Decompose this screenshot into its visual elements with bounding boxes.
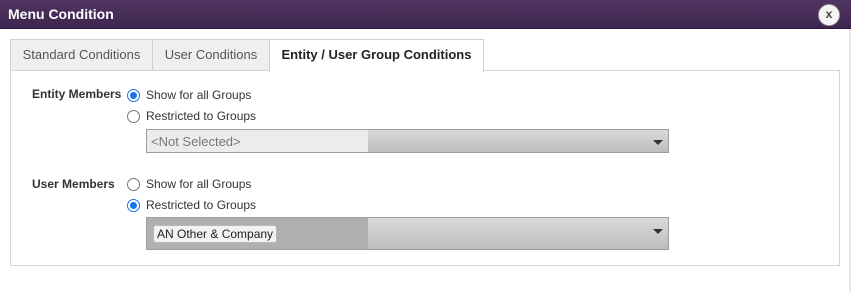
entity-show-all-option[interactable]: Show for all Groups [127,87,251,103]
entity-show-all-label: Show for all Groups [146,88,252,102]
tab-user-conditions[interactable]: User Conditions [152,39,270,71]
user-restricted-radio[interactable] [127,198,140,212]
user-show-all-radio[interactable] [127,177,140,191]
chevron-down-icon [653,140,663,145]
entity-show-all-radio[interactable] [127,88,140,102]
selected-group-tag[interactable]: AN Other & Company [153,225,278,243]
chevron-down-icon [653,229,663,234]
entity-restricted-label: Restricted to Groups [146,109,257,123]
user-restricted-option[interactable]: Restricted to Groups [127,197,256,213]
close-icon: x [825,7,833,21]
tab-standard-conditions[interactable]: Standard Conditions [10,39,153,71]
entity-restricted-option[interactable]: Restricted to Groups [127,108,256,124]
dialog-titlebar: Menu Condition x [0,0,851,29]
entity-groups-select-value: <Not Selected> [151,134,241,149]
tab-entity-user-group-conditions[interactable]: Entity / User Group Conditions [269,39,484,72]
user-members-label: User Members [32,177,115,191]
user-show-all-label: Show for all Groups [146,177,252,191]
dialog-title: Menu Condition [8,6,114,22]
user-groups-select[interactable]: AN Other & Company [146,217,669,250]
entity-restricted-radio[interactable] [127,109,140,123]
close-button[interactable]: x [818,4,840,26]
entity-groups-select[interactable]: <Not Selected> [146,129,669,153]
user-show-all-option[interactable]: Show for all Groups [127,176,251,192]
entity-members-label: Entity Members [32,87,122,101]
user-restricted-label: Restricted to Groups [146,198,257,212]
tab-panel: Entity Members Show for all Groups Restr… [10,70,840,266]
